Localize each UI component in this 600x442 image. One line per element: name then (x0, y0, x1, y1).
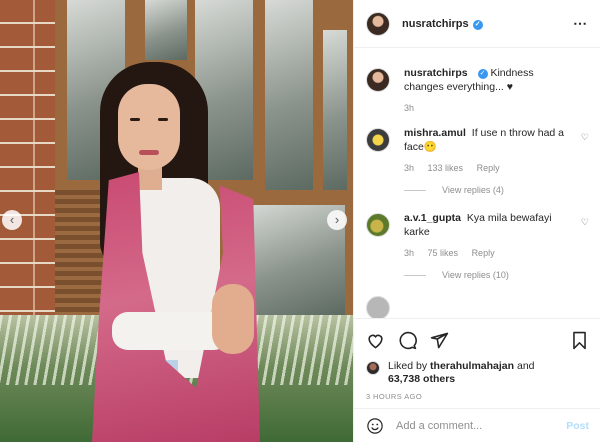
commenter-username[interactable]: a.v.1_gupta (404, 212, 461, 224)
comment-text: mishra.amul If use n throw had a face😶 (404, 126, 589, 154)
caption-text: nusratchirps ✓ Kindness changes everythi… (404, 66, 589, 94)
reply-button[interactable]: Reply (472, 248, 495, 258)
post-header: nusratchirps ✓ ⋯ (354, 0, 600, 48)
heart-emoji-icon: ♥ (506, 81, 513, 93)
likes-conjunction: and (516, 360, 535, 372)
next-arrow-icon[interactable]: › (327, 210, 347, 230)
bookmark-icon[interactable] (570, 331, 589, 350)
comments-list[interactable]: nusratchirps ✓ Kindness changes everythi… (354, 52, 600, 318)
caption-time[interactable]: 3h (404, 103, 414, 113)
likes-prefix: Liked by (388, 360, 428, 372)
view-replies-button[interactable]: View replies (4) (404, 185, 600, 195)
add-comment-bar: Post (354, 408, 600, 442)
caption-meta: 3h (404, 103, 589, 113)
action-icons (366, 329, 589, 351)
prev-arrow-icon[interactable]: ‹ (2, 210, 22, 230)
post-actions: Liked by therahulmahajan and 63,738 othe… (354, 318, 600, 408)
person-face (118, 84, 180, 170)
liker-avatar[interactable] (366, 361, 380, 375)
comment-like-icon[interactable]: ♡ (581, 132, 589, 143)
person-eye (158, 118, 168, 121)
likes-text: Liked by therahulmahajan and 63,738 othe… (388, 360, 535, 386)
window-pane (323, 30, 347, 190)
comment-likes-count[interactable]: 133 likes (428, 163, 464, 173)
view-replies-button[interactable]: View replies (10) (404, 270, 600, 280)
window-pane (265, 0, 313, 190)
person-lips (139, 150, 159, 155)
more-options-icon[interactable]: ⋯ (573, 15, 588, 32)
verified-badge-icon: ✓ (477, 69, 488, 79)
likes-summary: Liked by therahulmahajan and 63,738 othe… (366, 360, 589, 386)
comment-time[interactable]: 3h (404, 248, 414, 258)
comment-time[interactable]: 3h (404, 163, 414, 173)
comment-likes-count[interactable]: 75 likes (428, 248, 459, 258)
commenter-avatar[interactable] (366, 128, 390, 152)
comment-meta: 3h 75 likes Reply (404, 248, 589, 258)
add-comment-input[interactable] (396, 419, 556, 432)
comment-icon[interactable] (398, 331, 417, 350)
comment-text: a.v.1_gupta Kya mila bewafayi karke (404, 211, 589, 239)
liker-username[interactable]: therahulmahajan (430, 360, 514, 372)
reply-button[interactable]: Reply (477, 163, 500, 173)
like-heart-icon[interactable] (366, 331, 385, 350)
post-timestamp[interactable]: 3 HOURS AGO (366, 392, 589, 401)
commenter-username[interactable]: mishra.amul (404, 127, 466, 139)
commenter-avatar[interactable] (366, 213, 390, 237)
comment-like-icon[interactable]: ♡ (581, 217, 589, 228)
comment-meta: 3h 133 likes Reply (404, 163, 589, 173)
caption-username[interactable]: nusratchirps (404, 67, 468, 79)
author-username[interactable]: nusratchirps ✓ (402, 18, 483, 30)
verified-badge-icon: ✓ (472, 19, 483, 30)
view-replies-label: View replies (10) (442, 270, 509, 280)
person-hand (212, 284, 254, 354)
view-replies-label: View replies (4) (442, 185, 504, 195)
author-avatar[interactable] (366, 11, 390, 36)
likes-others-count[interactable]: 63,738 others (388, 373, 455, 385)
caption-avatar[interactable] (366, 68, 390, 92)
commenter-avatar[interactable] (366, 296, 390, 318)
comment-item: mishra.amul If use n throw had a face😶 ♡… (354, 126, 600, 173)
emoji-smile-icon[interactable] (366, 417, 384, 435)
person-eye (130, 118, 140, 121)
comment-item: a.v.1_gupta Kya mila bewafayi karke ♡ 3h… (354, 211, 600, 258)
share-icon[interactable] (430, 331, 449, 350)
window-pane (145, 0, 187, 60)
post-comment-button[interactable]: Post (566, 420, 589, 432)
post-photo[interactable]: ‹ › (0, 0, 353, 442)
caption: nusratchirps ✓ Kindness changes everythi… (354, 66, 600, 113)
post-side-panel: nusratchirps ✓ ⋯ nusratchirps ✓ Kindness … (353, 0, 600, 442)
author-username-text[interactable]: nusratchirps (402, 18, 469, 30)
